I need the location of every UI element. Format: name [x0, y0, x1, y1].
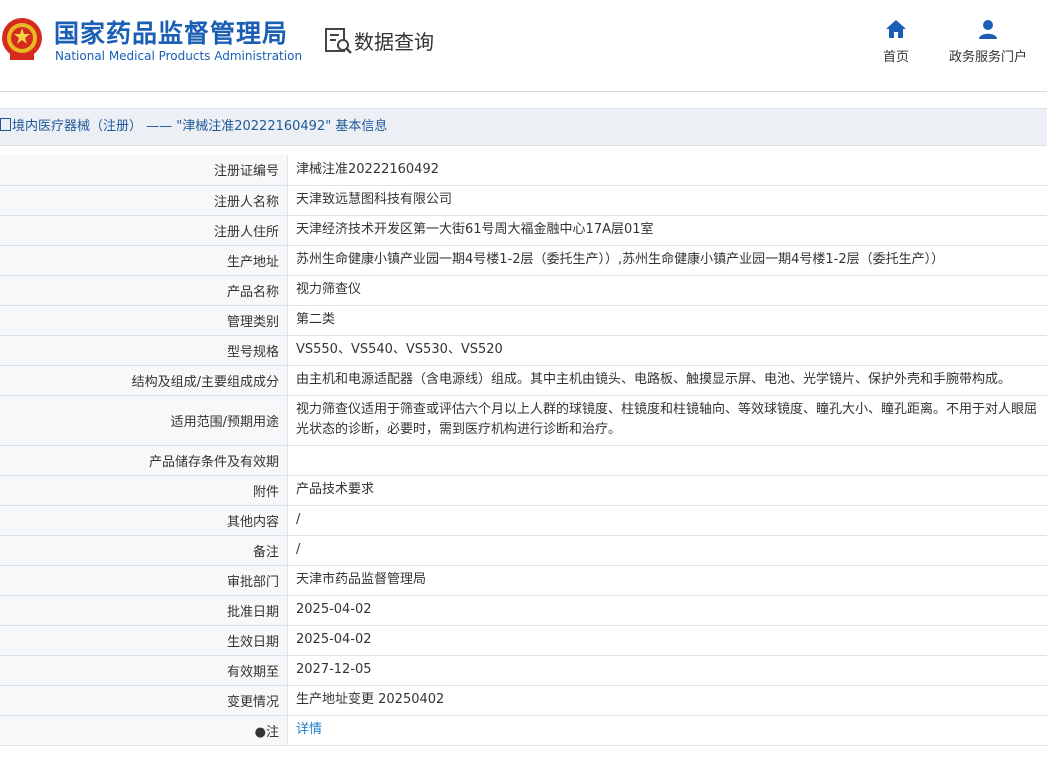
row-value: /	[287, 505, 1047, 536]
breadcrumb-text: 境内医疗器械（注册） —— "津械注准20222160492" 基本信息	[12, 119, 388, 134]
row-label: 型号规格	[0, 335, 288, 366]
row-value: 天津经济技术开发区第一大街61号周大福金融中心17A层01室	[287, 215, 1047, 246]
row-label: 批准日期	[0, 595, 288, 626]
document-icon	[0, 118, 11, 131]
national-emblem-icon	[2, 18, 42, 60]
row-label: 备注	[0, 535, 288, 566]
row-value: 产品技术要求	[287, 475, 1047, 506]
table-row: 生效日期 2025-04-02	[0, 625, 1047, 656]
home-icon	[886, 20, 906, 38]
nav-home-link[interactable]: 首页	[872, 18, 920, 65]
table-row: 结构及组成/主要组成成分 由主机和电源适配器（含电源线）组成。其中主机由镜头、电路…	[0, 365, 1047, 396]
row-label: 附件	[0, 475, 288, 506]
row-label: 产品名称	[0, 275, 288, 306]
document-search-icon	[325, 28, 352, 54]
table-row: 产品名称 视力筛查仪	[0, 275, 1047, 306]
row-value: 津械注准20222160492	[287, 155, 1047, 186]
row-value: 第二类	[287, 305, 1047, 336]
details-link[interactable]: 详情	[296, 722, 322, 737]
row-label: 有效期至	[0, 655, 288, 686]
row-label: 生效日期	[0, 625, 288, 656]
row-value: 天津致远慧图科技有限公司	[287, 185, 1047, 216]
table-row: 审批部门 天津市药品监督管理局	[0, 565, 1047, 596]
table-row: 批准日期 2025-04-02	[0, 595, 1047, 626]
site-logo-title[interactable]: 国家药品监督管理局	[54, 14, 288, 50]
nav-home-label: 首页	[882, 50, 909, 65]
row-label: 适用范围/预期用途	[0, 395, 288, 446]
table-row: 其他内容 /	[0, 505, 1047, 536]
row-label: 管理类别	[0, 305, 288, 336]
table-row: 变更情况 生产地址变更 20250402	[0, 685, 1047, 716]
row-value: 视力筛查仪	[287, 275, 1047, 306]
table-row: 备注 /	[0, 535, 1047, 566]
header-divider	[0, 91, 1047, 92]
table-row: ●注 详情	[0, 715, 1047, 746]
row-label: 注册人名称	[0, 185, 288, 216]
row-label: 注册人住所	[0, 215, 288, 246]
table-row: 注册人名称 天津致远慧图科技有限公司	[0, 185, 1047, 216]
table-row: 注册人住所 天津经济技术开发区第一大街61号周大福金融中心17A层01室	[0, 215, 1047, 246]
row-label: 结构及组成/主要组成成分	[0, 365, 288, 396]
row-value: 天津市药品监督管理局	[287, 565, 1047, 596]
row-value: 视力筛查仪适用于筛查或评估六个月以上人群的球镜度、柱镜度和柱镜轴向、等效球镜度、…	[287, 395, 1047, 446]
table-row: 附件 产品技术要求	[0, 475, 1047, 506]
row-value: 由主机和电源适配器（含电源线）组成。其中主机由镜头、电路板、触摸显示屏、电池、光…	[287, 365, 1047, 396]
row-value: 2025-04-02	[287, 625, 1047, 656]
row-label: 其他内容	[0, 505, 288, 536]
row-label: 生产地址	[0, 245, 288, 276]
row-value: 2027-12-05	[287, 655, 1047, 686]
nav-service-portal-link[interactable]: 政务服务门户	[940, 18, 1036, 65]
row-value: VS550、VS540、VS530、VS520	[287, 335, 1047, 366]
breadcrumb: 境内医疗器械（注册） —— "津械注准20222160492" 基本信息	[0, 108, 1047, 146]
row-label: 审批部门	[0, 565, 288, 596]
table-row: 有效期至 2027-12-05	[0, 655, 1047, 686]
table-row: 注册证编号 津械注准20222160492	[0, 155, 1047, 186]
row-label: 变更情况	[0, 685, 288, 716]
table-row: 生产地址 苏州生命健康小镇产业园一期4号楼1-2层（委托生产））,苏州生命健康小镇…	[0, 245, 1047, 276]
row-label: 产品储存条件及有效期	[0, 445, 288, 476]
row-value: 苏州生命健康小镇产业园一期4号楼1-2层（委托生产））,苏州生命健康小镇产业园一…	[287, 245, 1047, 276]
device-info-table: 注册证编号 津械注准20222160492 注册人名称 天津致远慧图科技有限公司 注…	[0, 155, 1047, 746]
table-row: 管理类别 第二类	[0, 305, 1047, 336]
row-value: /	[287, 535, 1047, 566]
table-row: 适用范围/预期用途 视力筛查仪适用于筛查或评估六个月以上人群的球镜度、柱镜度和柱镜…	[0, 395, 1047, 446]
row-value: 生产地址变更 20250402	[287, 685, 1047, 716]
user-icon	[979, 20, 997, 39]
nav-portal-label: 政务服务门户	[948, 50, 1027, 65]
site-logo-subtitle: National Medical Products Administration	[55, 49, 303, 63]
row-value: 2025-04-02	[287, 595, 1047, 626]
row-value	[287, 445, 1047, 476]
table-row: 型号规格 VS550、VS540、VS530、VS520	[0, 335, 1047, 366]
row-label: ●注	[0, 715, 288, 746]
row-label: 注册证编号	[0, 155, 288, 186]
page-header: 国家药品监督管理局 National Medical Products Admi…	[0, 0, 1047, 92]
data-query-title: 数据查询	[354, 30, 434, 54]
table-row: 产品储存条件及有效期	[0, 445, 1047, 476]
